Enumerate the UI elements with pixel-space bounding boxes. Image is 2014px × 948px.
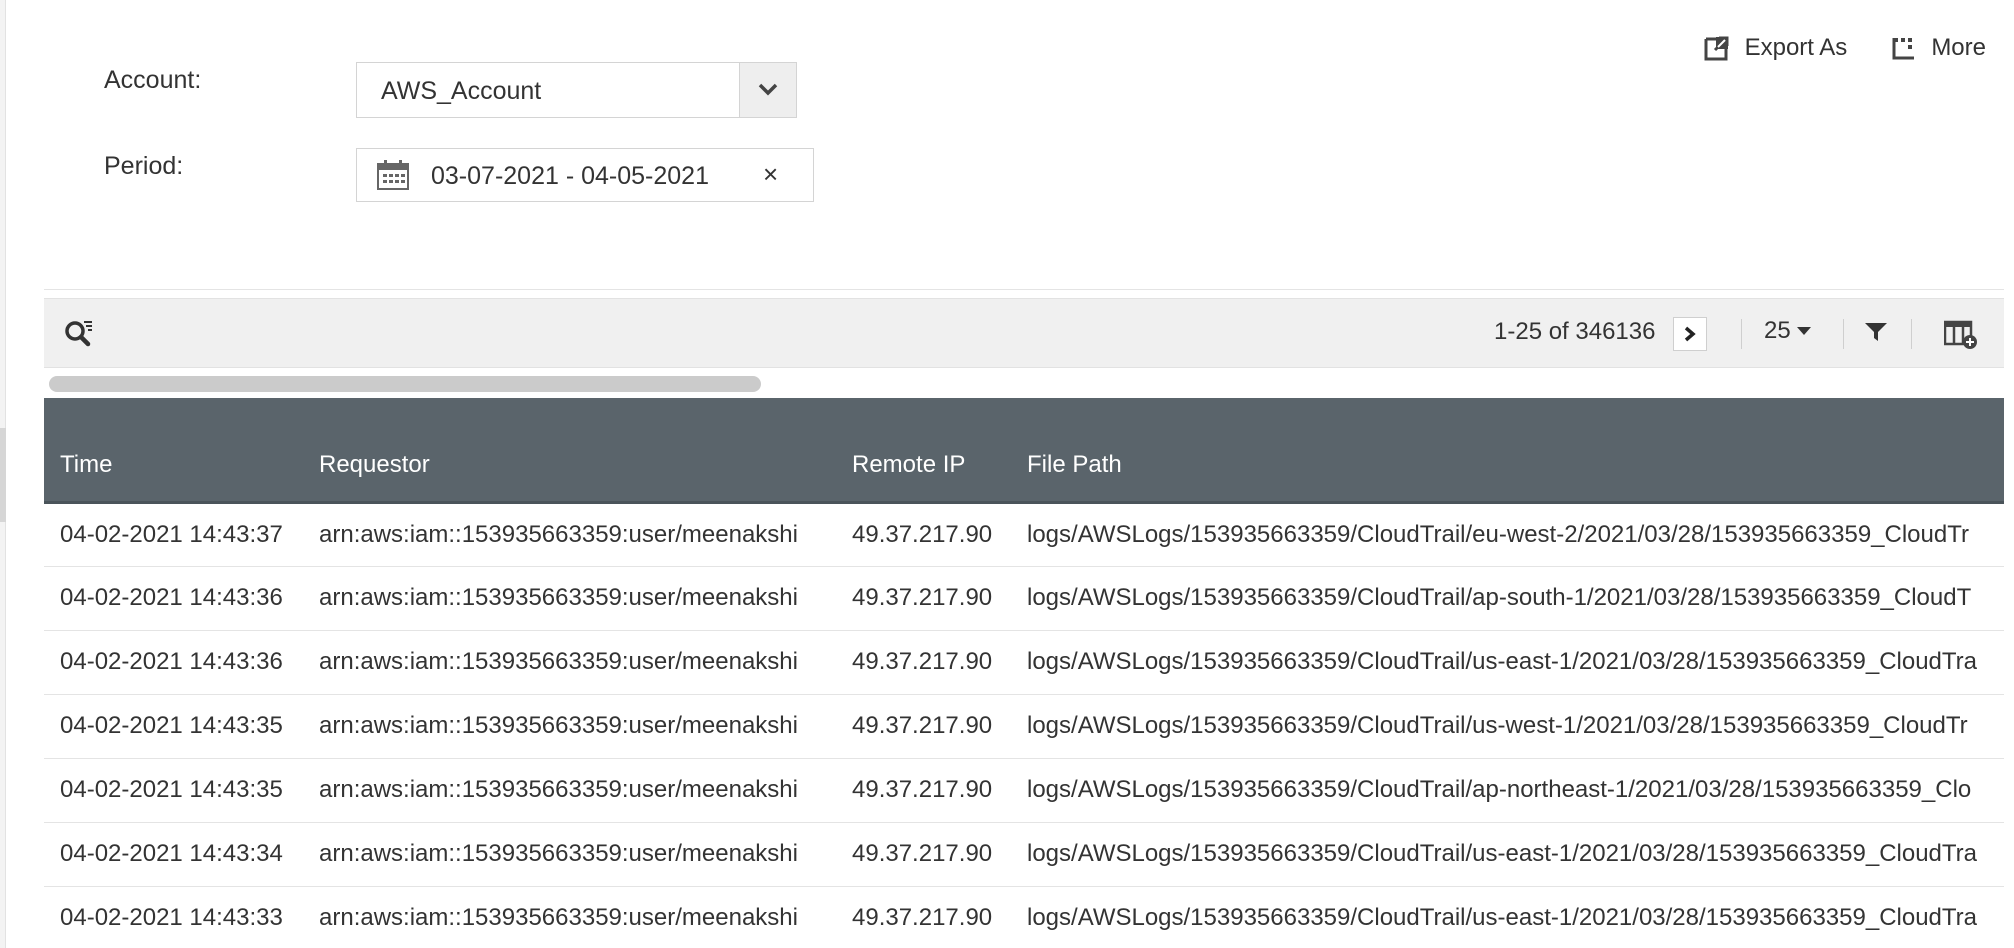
page-size-select[interactable]: 25 [1764, 317, 1811, 345]
log-table-container: Time Requestor Remote IP File Path 04-02… [44, 398, 2004, 948]
table-toolbar: 1-25 of 346136 25 [44, 298, 2004, 368]
cell-remote-ip: 49.37.217.90 [836, 566, 1011, 631]
more-icon [1892, 38, 1915, 60]
toolbar-separator [1741, 319, 1742, 349]
cell-requestor: arn:aws:iam::153935663359:user/meenakshi [303, 502, 836, 567]
log-table: Time Requestor Remote IP File Path 04-02… [44, 398, 2004, 948]
cell-file-path: logs/AWSLogs/153935663359/CloudTrail/ap-… [1011, 566, 2004, 631]
table-row[interactable]: 04-02-2021 14:43:34 arn:aws:iam::1539356… [44, 822, 2004, 887]
filter-button[interactable] [1864, 321, 1888, 348]
left-edge-handle[interactable] [0, 428, 6, 522]
account-select-value: AWS_Account [381, 77, 542, 105]
search-filter-icon [65, 321, 92, 347]
toolbar-separator [1843, 319, 1844, 349]
search-button[interactable] [64, 319, 94, 354]
funnel-icon [1865, 323, 1887, 341]
column-header-time[interactable]: Time [44, 398, 303, 504]
period-label: Period: [104, 152, 184, 180]
cell-time: 04-02-2021 14:43:36 [44, 630, 303, 695]
table-row[interactable]: 04-02-2021 14:43:36 arn:aws:iam::1539356… [44, 630, 2004, 695]
cell-requestor: arn:aws:iam::153935663359:user/meenakshi [303, 822, 836, 887]
column-chooser-button[interactable] [1943, 319, 1978, 354]
cell-time: 04-02-2021 14:43:36 [44, 566, 303, 631]
horizontal-scrollbar[interactable] [49, 376, 761, 392]
chevron-down-icon [758, 83, 778, 96]
cell-requestor: arn:aws:iam::153935663359:user/meenakshi [303, 694, 836, 759]
cell-requestor: arn:aws:iam::153935663359:user/meenakshi [303, 886, 836, 948]
cell-time: 04-02-2021 14:43:34 [44, 822, 303, 887]
pagination-text: 1-25 of 346136 [1494, 318, 1656, 345]
account-label: Account: [104, 66, 202, 94]
chevron-right-icon [1684, 326, 1696, 342]
table-header-row: Time Requestor Remote IP File Path [44, 398, 2004, 504]
cell-file-path: logs/AWSLogs/153935663359/CloudTrail/us-… [1011, 822, 2004, 887]
clear-period-button[interactable]: × [763, 159, 778, 190]
export-icon [1704, 36, 1729, 61]
cell-file-path: logs/AWSLogs/153935663359/CloudTrail/us-… [1011, 694, 2004, 759]
cell-time: 04-02-2021 14:43:33 [44, 886, 303, 948]
more-label: More [1931, 34, 1986, 61]
export-as-button[interactable]: Export As [1703, 34, 1848, 62]
section-divider [44, 289, 2004, 290]
cell-remote-ip: 49.37.217.90 [836, 502, 1011, 567]
cell-time: 04-02-2021 14:43:35 [44, 694, 303, 759]
period-date-range[interactable]: 03-07-2021 - 04-05-2021 × [356, 148, 814, 202]
table-row[interactable]: 04-02-2021 14:43:33 arn:aws:iam::1539356… [44, 886, 2004, 948]
table-row[interactable]: 04-02-2021 14:43:35 arn:aws:iam::1539356… [44, 694, 2004, 759]
next-page-button[interactable] [1673, 317, 1707, 351]
cell-requestor: arn:aws:iam::153935663359:user/meenakshi [303, 630, 836, 695]
page-size-value: 25 [1764, 317, 1791, 344]
cell-remote-ip: 49.37.217.90 [836, 822, 1011, 887]
table-row[interactable]: 04-02-2021 14:43:35 arn:aws:iam::1539356… [44, 758, 2004, 823]
cell-time: 04-02-2021 14:43:35 [44, 758, 303, 823]
column-header-requestor[interactable]: Requestor [303, 398, 836, 504]
cell-file-path: logs/AWSLogs/153935663359/CloudTrail/us-… [1011, 630, 2004, 695]
table-row[interactable]: 04-02-2021 14:43:36 arn:aws:iam::1539356… [44, 566, 2004, 631]
table-row[interactable]: 04-02-2021 14:43:37 arn:aws:iam::1539356… [44, 502, 2004, 567]
period-value: 03-07-2021 - 04-05-2021 [431, 162, 709, 190]
cell-requestor: arn:aws:iam::153935663359:user/meenakshi [303, 566, 836, 631]
cell-file-path: logs/AWSLogs/153935663359/CloudTrail/us-… [1011, 886, 2004, 948]
caret-down-icon [1796, 327, 1811, 335]
column-header-file-path[interactable]: File Path [1011, 398, 2004, 504]
calendar-icon [377, 160, 409, 195]
left-edge-panel [0, 0, 6, 948]
cell-remote-ip: 49.37.217.90 [836, 630, 1011, 695]
cell-remote-ip: 49.37.217.90 [836, 758, 1011, 823]
cell-remote-ip: 49.37.217.90 [836, 694, 1011, 759]
add-column-icon [1943, 320, 1977, 349]
toolbar-separator [1911, 319, 1912, 349]
cell-requestor: arn:aws:iam::153935663359:user/meenakshi [303, 758, 836, 823]
cell-file-path: logs/AWSLogs/153935663359/CloudTrail/ap-… [1011, 758, 2004, 823]
top-actions: Export As More [1703, 34, 1986, 62]
account-select[interactable]: AWS_Account [356, 62, 797, 118]
export-as-label: Export As [1744, 34, 1848, 61]
cell-time: 04-02-2021 14:43:37 [44, 502, 303, 567]
column-header-remote-ip[interactable]: Remote IP [836, 398, 1011, 504]
more-button[interactable]: More [1891, 34, 1986, 62]
cell-file-path: logs/AWSLogs/153935663359/CloudTrail/eu-… [1011, 502, 2004, 567]
account-select-toggle[interactable] [739, 63, 796, 117]
cell-remote-ip: 49.37.217.90 [836, 886, 1011, 948]
